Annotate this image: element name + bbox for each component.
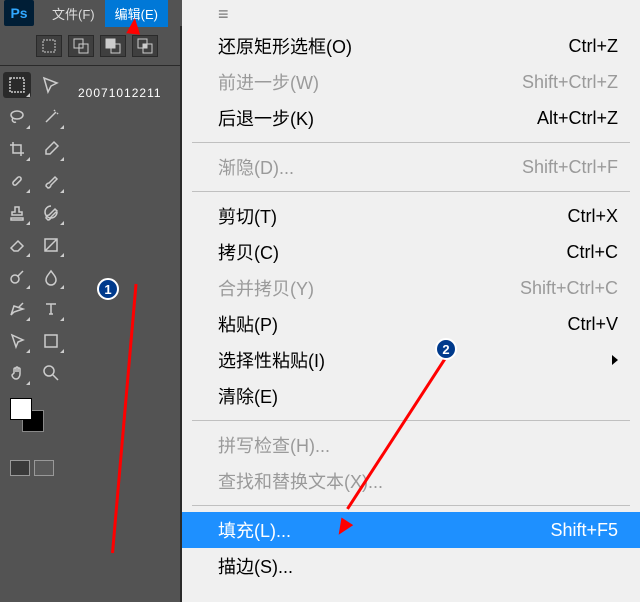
brush-tool-icon[interactable] [37,168,65,194]
menu-paste-special-label: 选择性粘贴(I) [218,347,325,373]
menu-fade-shortcut: Shift+Ctrl+F [522,157,618,178]
annotation-arrowhead-1 [126,17,142,34]
wand-tool-icon[interactable] [37,104,65,130]
menu-paste-label: 粘贴(P) [218,311,278,337]
menu-separator [192,142,630,143]
menu-merge-copy-shortcut: Shift+Ctrl+C [520,278,618,299]
menu-spell-label: 拼写检查(H)... [218,432,330,458]
menu-paste[interactable]: 粘贴(P) Ctrl+V [182,306,640,342]
tools-panel [0,66,68,602]
menu-paste-shortcut: Ctrl+V [567,314,618,335]
healing-tool-icon[interactable] [3,168,31,194]
pen-tool-icon[interactable] [3,296,31,322]
menu-copy[interactable]: 拷贝(C) Ctrl+C [182,234,640,270]
menu-separator [192,505,630,506]
menu-spell-check: 拼写检查(H)... [182,427,640,463]
hand-tool-icon[interactable] [3,360,31,386]
annotation-badge-2: 2 [435,338,457,360]
menu-step-backward[interactable]: 后退一步(K) Alt+Ctrl+Z [182,100,640,136]
menu-copy-label: 拷贝(C) [218,239,279,265]
menu-undo-shortcut: Ctrl+Z [569,36,619,57]
menu-merge-copy: 合并拷贝(Y) Shift+Ctrl+C [182,270,640,306]
history-brush-icon[interactable] [37,200,65,226]
eyedropper-tool-icon[interactable] [37,136,65,162]
marquee-intersect-icon[interactable] [132,35,158,57]
menu-paste-special[interactable]: 选择性粘贴(I) [182,342,640,378]
marquee-tool-icon[interactable] [3,72,31,98]
menu-fill-label: 填充(L)... [218,517,291,543]
menu-separator [192,420,630,421]
annotation-arrow-1 [111,284,138,553]
menu-stroke-label: 描边(S)... [218,553,293,579]
menu-step-forward-shortcut: Shift+Ctrl+Z [522,72,618,93]
crop-tool-icon[interactable] [3,136,31,162]
marquee-new-icon[interactable] [36,35,62,57]
menu-merge-copy-label: 合并拷贝(Y) [218,275,314,301]
dodge-tool-icon[interactable] [3,264,31,290]
lasso-tool-icon[interactable] [3,104,31,130]
menu-find-replace: 查找和替换文本(X)... [182,463,640,499]
submenu-arrow-icon [612,355,618,365]
annotation-badge-1: 1 [97,278,119,300]
stamp-tool-icon[interactable] [3,200,31,226]
menu-step-backward-shortcut: Alt+Ctrl+Z [537,108,618,129]
zoom-tool-icon[interactable] [37,360,65,386]
menu-step-forward-label: 前进一步(W) [218,69,319,95]
foreground-swatch[interactable] [10,398,32,420]
marquee-add-icon[interactable] [68,35,94,57]
marquee-subtract-icon[interactable] [100,35,126,57]
menu-step-forward: 前进一步(W) Shift+Ctrl+Z [182,64,640,100]
menu-cut-label: 剪切(T) [218,203,277,229]
dropdown-grip-icon: ≡ [182,0,640,28]
menu-step-backward-label: 后退一步(K) [218,105,314,131]
menu-separator [192,191,630,192]
menu-cut[interactable]: 剪切(T) Ctrl+X [182,198,640,234]
screenmode-icon[interactable] [34,460,54,476]
shape-tool-icon[interactable] [37,328,65,354]
eraser-tool-icon[interactable] [3,232,31,258]
ps-logo: Ps [4,0,34,26]
menu-cut-shortcut: Ctrl+X [567,206,618,227]
type-tool-icon[interactable] [37,296,65,322]
menu-fill[interactable]: 填充(L)... Shift+F5 [182,512,640,548]
menu-undo[interactable]: 还原矩形选框(O) Ctrl+Z [182,28,640,64]
menu-fade: 渐隐(D)... Shift+Ctrl+F [182,149,640,185]
menu-stroke[interactable]: 描边(S)... [182,548,640,584]
document-tab[interactable]: 20071012211 [78,86,162,100]
gradient-tool-icon[interactable] [37,232,65,258]
menu-fade-label: 渐隐(D)... [218,154,294,180]
quickmask-icon[interactable] [10,460,30,476]
menu-fill-shortcut: Shift+F5 [550,520,618,541]
path-select-icon[interactable] [3,328,31,354]
menu-clear-label: 清除(E) [218,383,278,409]
menu-undo-label: 还原矩形选框(O) [218,33,352,59]
menu-file[interactable]: 文件(F) [42,0,105,27]
blur-tool-icon[interactable] [37,264,65,290]
edit-dropdown: ≡ 还原矩形选框(O) Ctrl+Z 前进一步(W) Shift+Ctrl+Z … [182,0,640,602]
menu-copy-shortcut: Ctrl+C [566,242,618,263]
move-tool-icon[interactable] [37,72,65,98]
color-swatches[interactable] [10,398,44,432]
